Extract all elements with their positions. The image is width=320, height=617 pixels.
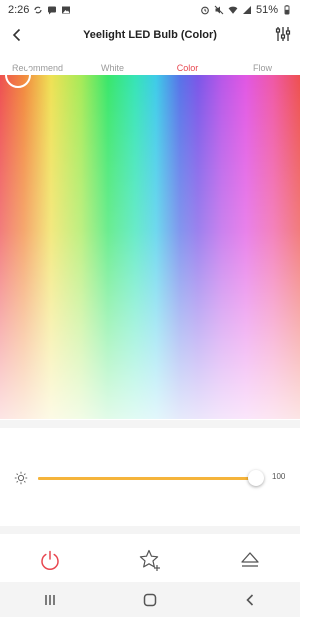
- brightness-value: 100: [272, 472, 286, 481]
- sun-icon: [14, 471, 28, 485]
- status-time: 2:26: [8, 4, 30, 16]
- status-bar: 2:26 51%: [0, 0, 300, 20]
- brightness-slider[interactable]: [38, 470, 264, 486]
- separator: [0, 420, 300, 428]
- page-title: Yeelight LED Bulb (Color): [83, 29, 217, 41]
- brightness-row: 100: [0, 462, 300, 492]
- mute-icon: [214, 5, 224, 15]
- power-button[interactable]: [36, 546, 64, 574]
- eject-icon: [241, 552, 259, 567]
- eject-button[interactable]: [236, 546, 264, 574]
- back-icon: [246, 593, 254, 606]
- image-icon: [62, 6, 71, 14]
- back-arrow-icon: [12, 28, 21, 42]
- message-icon: [48, 6, 57, 15]
- color-picker-handle[interactable]: [5, 62, 31, 88]
- back-button[interactable]: [8, 26, 26, 44]
- brightness-slider-thumb[interactable]: [248, 470, 264, 486]
- tab-flow[interactable]: Flow: [225, 63, 300, 73]
- home-icon: [143, 593, 157, 606]
- battery-icon: [284, 5, 290, 15]
- brightness-slider-fill: [38, 477, 256, 480]
- app-header: Yeelight LED Bulb (Color): [0, 20, 300, 50]
- star-plus-icon: [139, 549, 160, 571]
- wifi-icon: [228, 6, 238, 14]
- alarm-icon: [201, 6, 209, 15]
- settings-button[interactable]: [274, 25, 292, 43]
- recents-icon: [45, 594, 55, 605]
- system-nav-bar: [0, 582, 300, 617]
- status-right: 51%: [200, 4, 292, 16]
- battery-percentage: 51%: [255, 4, 278, 16]
- recents-button[interactable]: [38, 588, 62, 612]
- bottom-actions: [0, 540, 300, 580]
- sync-icon: [34, 6, 43, 14]
- status-left: 2:26: [8, 4, 71, 16]
- nav-back-button[interactable]: [238, 588, 262, 612]
- signal-icon: [242, 6, 251, 14]
- tab-white[interactable]: White: [75, 63, 150, 73]
- add-favorite-button[interactable]: [136, 546, 164, 574]
- power-icon: [41, 550, 59, 571]
- tab-color[interactable]: Color: [150, 63, 225, 73]
- home-button[interactable]: [138, 588, 162, 612]
- separator: [0, 526, 300, 534]
- color-picker[interactable]: [0, 62, 300, 419]
- sliders-icon: [275, 27, 291, 41]
